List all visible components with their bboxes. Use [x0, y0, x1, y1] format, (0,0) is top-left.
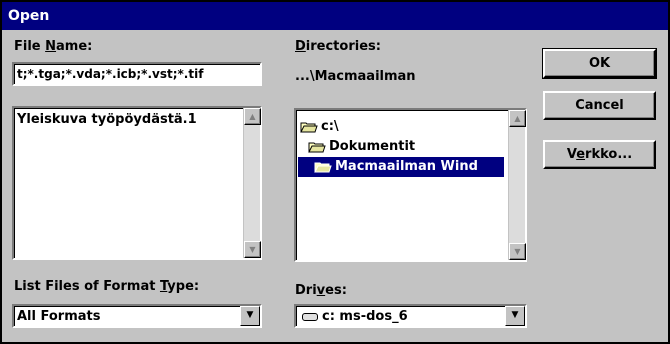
file-list[interactable]: Yleiskuva työpöydästä.1 ▲ ▼	[12, 106, 262, 260]
drives-label: Drives:	[295, 283, 347, 298]
drives-value: c: ms-dos_6	[322, 309, 408, 324]
scroll-up-icon[interactable]: ▲	[509, 110, 526, 127]
open-dialog: Open File Name: t;*.tga;*.vda;*.icb;*.vs…	[0, 0, 670, 344]
window-title: Open	[8, 8, 50, 24]
open-folder-icon	[314, 161, 332, 173]
drives-select[interactable]: c: ms-dos_6 ▼	[294, 304, 527, 328]
open-folder-icon	[308, 141, 326, 153]
title-bar: Open	[2, 2, 668, 30]
current-directory: ...\Macmaailman	[295, 69, 416, 84]
directory-item-c[interactable]: c:\	[300, 117, 339, 137]
format-type-select[interactable]: All Formats ▼	[12, 304, 262, 328]
directory-list[interactable]: c:\ Dokumentit Macmaailman Wind ▲ ▼	[294, 108, 527, 262]
format-type-label: List Files of Format Type:	[14, 279, 200, 294]
file-list-item[interactable]: Yleiskuva työpöydästä.1	[17, 112, 239, 127]
scroll-down-icon[interactable]: ▼	[509, 243, 526, 260]
cancel-button[interactable]: Cancel	[543, 91, 656, 120]
directories-label: Directories:	[295, 39, 381, 54]
file-list-scrollbar[interactable]: ▲ ▼	[243, 108, 261, 258]
directory-item-macmaailman[interactable]: Macmaailman Wind	[298, 157, 504, 177]
file-name-value: t;*.tga;*.vda;*.icb;*.vst;*.tif	[17, 67, 204, 81]
network-button[interactable]: Verkko...	[543, 140, 656, 169]
chevron-down-icon[interactable]: ▼	[240, 306, 260, 326]
file-name-input[interactable]: t;*.tga;*.vda;*.icb;*.vst;*.tif	[12, 62, 262, 86]
format-type-value: All Formats	[17, 309, 101, 324]
chevron-down-icon[interactable]: ▼	[505, 306, 525, 326]
open-folder-icon	[300, 121, 318, 133]
drive-icon	[302, 312, 318, 321]
directory-item-dokumentit[interactable]: Dokumentit	[308, 137, 415, 157]
scroll-down-icon[interactable]: ▼	[244, 241, 261, 258]
file-name-label: File Name:	[14, 39, 93, 54]
drives-value-wrap: c: ms-dos_6	[302, 309, 408, 324]
ok-button[interactable]: OK	[542, 48, 657, 79]
directory-list-scrollbar[interactable]: ▲ ▼	[508, 110, 526, 260]
scroll-up-icon[interactable]: ▲	[244, 108, 261, 125]
